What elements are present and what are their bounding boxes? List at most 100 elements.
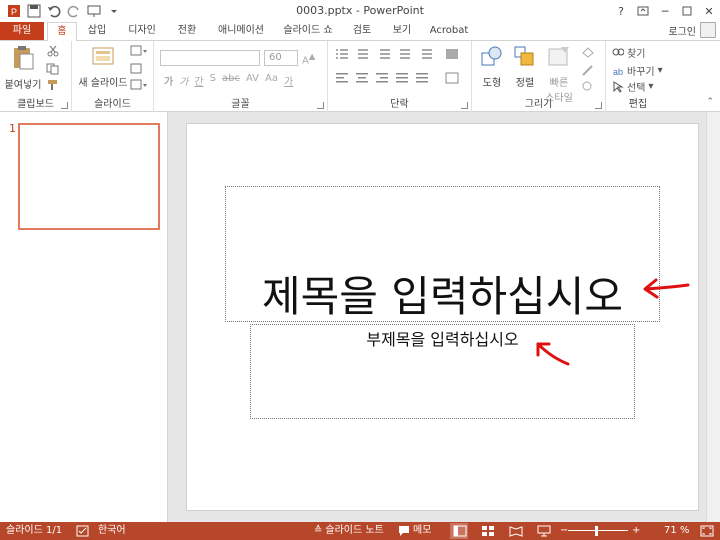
tab-insert[interactable]: 삽입 [82,22,112,40]
clipboard-launcher-icon[interactable] [61,102,68,109]
slide-canvas[interactable]: 제목을 입력하십시오 부제목을 입력하십시오 [187,124,698,510]
font-launcher-icon[interactable] [317,102,324,109]
fit-to-window-icon[interactable] [700,525,714,537]
layout-icon[interactable] [130,45,148,60]
slide-info: 슬라이드 1/1 [6,525,63,536]
title-placeholder[interactable]: 제목을 입력하십시오 [225,186,660,322]
title-bar: P 0003.pptx - PowerPoint ? ─ ✕ [0,0,720,22]
spelling-icon[interactable] [76,525,90,537]
zoom-slider[interactable] [568,530,628,531]
ribbon-tabs: 파일 홈 삽입 디자인 전환 애니메이션 슬라이드 쇼 검토 보기 Acroba… [0,22,720,41]
tab-view[interactable]: 보기 [387,22,417,40]
shape-outline-icon[interactable] [580,63,598,80]
find-icon [612,48,624,55]
underline-button[interactable]: 간 [194,73,203,88]
grow-font-icon[interactable]: A▲ [302,51,315,66]
maximize-icon[interactable] [676,0,698,22]
slideshow-icon[interactable] [537,525,551,537]
new-slide-label: 새 슬라이드 [78,78,128,89]
spacing-button[interactable]: AV [246,73,259,88]
zoom-slider-thumb[interactable] [595,526,598,536]
comments-button[interactable]: 메모 [398,522,431,540]
normal-view-icon[interactable] [453,525,467,537]
shadow-button[interactable]: S [210,73,216,88]
drawing-launcher-icon[interactable] [595,102,602,109]
shapes-button[interactable]: 도형 [476,45,508,89]
slide-thumbnail[interactable] [18,123,160,230]
slide-sorter-icon[interactable] [481,525,495,537]
new-slide-button[interactable]: 새 슬라이드 [76,45,130,89]
format-painter-icon[interactable] [46,79,60,94]
zoom-level[interactable]: 71 % [664,522,689,540]
shape-fill-icon[interactable] [580,45,598,62]
zoom-in-icon[interactable]: + [632,522,640,540]
cut-icon[interactable] [46,45,60,60]
paste-button[interactable]: 붙여넣기 [4,45,42,91]
font-name-dropdown[interactable] [160,50,260,66]
tab-review[interactable]: 검토 [347,22,377,40]
paragraph-align-row [334,71,464,88]
paragraph-group-label: 단락 [390,99,409,110]
change-case-button[interactable]: Aa [265,73,278,88]
language-indicator[interactable]: 한국어 [98,522,126,540]
ribbon: 붙여넣기 클립보드 새 슬라이드 슬라이드 60 A▲ 가 가 간 S abc … [0,40,720,113]
tab-slideshow[interactable]: 슬라이드 쇼 [278,22,338,40]
font-size-dropdown[interactable]: 60 [264,50,298,66]
select-button[interactable]: 선택 ▾ [612,79,653,94]
close-icon[interactable]: ✕ [698,0,720,22]
replace-dropdown-icon: ▾ [657,65,663,76]
collapse-ribbon-icon[interactable]: ⌃ [706,97,714,107]
find-label: 찾기 [627,49,646,60]
tab-design[interactable]: 디자인 [122,22,162,40]
shapes-icon [476,45,508,72]
paste-label: 붙여넣기 [4,80,42,91]
tab-file[interactable]: 파일 [0,22,44,40]
reading-view-icon[interactable] [509,525,523,537]
quick-styles-icon [542,45,576,72]
comments-label: 메모 [413,525,432,536]
minimize-icon[interactable]: ─ [654,0,676,22]
group-font: 60 A▲ 가 가 간 S abc AV Aa 가 글꼴 [154,41,328,113]
comment-icon [399,526,409,536]
notes-button[interactable]: ≙ 슬라이드 노트 [314,522,384,540]
annotation-arrow-title [643,278,690,299]
window-controls: ? ─ ✕ [610,0,720,22]
zoom-out-icon[interactable]: − [560,522,568,540]
font-format-row: 가 가 간 S abc AV Aa 가 [164,73,293,88]
sign-in-link[interactable]: 로그인 [668,23,696,38]
arrange-button[interactable]: 정렬 [510,45,540,89]
find-button[interactable]: 찾기 [612,45,645,60]
bold-button[interactable]: 가 [164,73,173,88]
ribbon-display-icon[interactable] [632,0,654,22]
tab-animations[interactable]: 애니메이션 [212,22,270,40]
svg-text:ab: ab [613,67,623,77]
strikethrough-button[interactable]: abc [222,73,240,88]
avatar[interactable] [700,22,716,38]
arrange-icon [510,45,540,72]
quick-styles-label-1: 빠른 [549,78,569,89]
copy-icon[interactable] [46,63,60,78]
shape-effects-icon[interactable] [580,79,598,96]
reset-icon[interactable] [130,63,144,78]
work-area: 1 제목을 입력하십시오 부제목을 입력하십시오 [0,112,720,522]
tab-transitions[interactable]: 전환 [170,22,204,40]
section-icon[interactable] [130,79,148,94]
paragraph-launcher-icon[interactable] [461,102,468,109]
help-icon[interactable]: ? [610,0,632,22]
vertical-scrollbar[interactable] [706,112,720,522]
status-bar: 슬라이드 1/1 한국어 ≙ 슬라이드 노트 메모 − + 71 % [0,522,720,540]
italic-button[interactable]: 가 [179,73,188,88]
select-dropdown-icon: ▾ [648,81,654,92]
replace-button[interactable]: ab 바꾸기 ▾ [612,63,663,78]
replace-label: 바꾸기 [627,67,655,78]
paste-icon [4,45,42,74]
tab-home[interactable]: 홈 [47,22,77,41]
font-color-button[interactable]: 가 [284,73,293,88]
slide-thumbnail-pane: 1 [0,112,168,522]
new-slide-icon [76,45,130,72]
tab-acrobat[interactable]: Acrobat [425,22,473,40]
arrange-label: 정렬 [515,78,535,89]
cursor-icon [613,80,624,93]
group-clipboard: 붙여넣기 클립보드 [0,41,72,113]
subtitle-placeholder[interactable]: 부제목을 입력하십시오 [250,324,635,419]
